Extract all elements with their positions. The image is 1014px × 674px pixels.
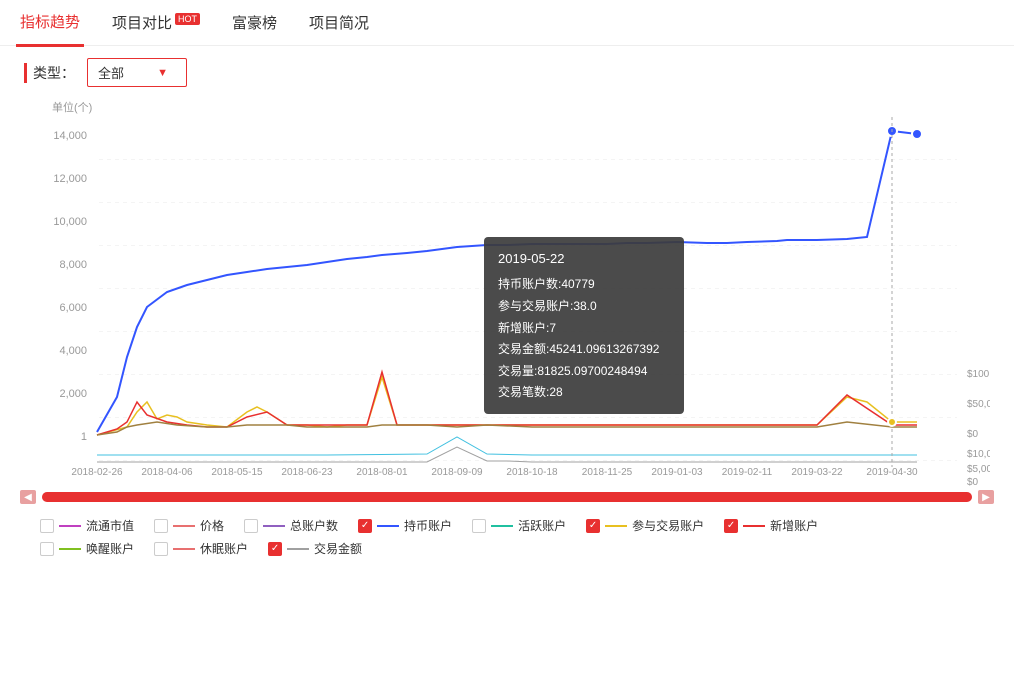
legend-label-sleep-accounts: 休眠账户 — [200, 540, 248, 557]
svg-text:$100,000,000: $100,000,000 — [967, 369, 990, 380]
y-axis-label: 单位(个) — [52, 99, 990, 115]
svg-text:2018-08-01: 2018-08-01 — [356, 467, 408, 478]
legend-checkbox-new-accounts[interactable] — [724, 519, 738, 533]
legend-line-active-accounts — [491, 525, 513, 527]
legend-checkbox-holding-accounts[interactable] — [358, 519, 372, 533]
legend-area: 流通市值 价格 总账户数 持币账户 活跃账户 参与 — [0, 507, 1014, 573]
legend-label-tx-accounts: 参与交易账户 — [632, 517, 704, 534]
top-navigation: 指标趋势 项目对比HOT 富豪榜 项目简况 — [0, 0, 1014, 46]
legend-label-price: 价格 — [200, 517, 224, 534]
legend-line-wake-accounts — [59, 548, 81, 550]
svg-text:$10,000: $10,000 — [967, 449, 990, 460]
legend-label-wake-accounts: 唤醒账户 — [86, 540, 134, 557]
legend-price[interactable]: 价格 — [154, 517, 224, 534]
legend-label-holding-accounts: 持币账户 — [404, 517, 452, 534]
svg-text:2018-10-18: 2018-10-18 — [506, 467, 558, 478]
legend-label-circulation: 流通市值 — [86, 517, 134, 534]
filter-label: 类型： — [24, 63, 75, 83]
tooltip-field-4: 交易金额:45241.09613267392 — [498, 339, 670, 361]
legend-checkbox-tx-accounts[interactable] — [586, 519, 600, 533]
filter-value: 全部 — [98, 63, 124, 82]
svg-text:14,000: 14,000 — [53, 130, 87, 142]
tooltip-field-2: 参与交易账户:38.0 — [498, 296, 670, 318]
legend-active-accounts[interactable]: 活跃账户 — [472, 517, 566, 534]
scrollbar-left-arrow[interactable]: ◀ — [20, 490, 36, 504]
scrollbar-right-arrow[interactable]: ▶ — [978, 490, 994, 504]
svg-text:12,000: 12,000 — [53, 173, 87, 185]
holding-accounts-dot2 — [912, 129, 922, 139]
chart-tooltip: 2019-05-22 持币账户数:40779 参与交易账户:38.0 新增账户:… — [484, 237, 684, 414]
chart-container: 单位(个) 14,000 12,000 10,000 8,000 6,000 4… — [24, 99, 990, 487]
legend-tx-amount[interactable]: 交易金额 — [268, 540, 362, 557]
svg-text:2019-01-03: 2019-01-03 — [651, 467, 703, 478]
svg-text:10,000: 10,000 — [53, 216, 87, 228]
tooltip-field-1: 持币账户数:40779 — [498, 274, 670, 296]
legend-row-2: 唤醒账户 休眠账户 交易金额 — [40, 540, 974, 557]
svg-text:2018-05-15: 2018-05-15 — [211, 467, 263, 478]
legend-line-price — [173, 525, 195, 527]
legend-line-tx-accounts — [605, 525, 627, 527]
legend-new-accounts[interactable]: 新增账户 — [724, 517, 818, 534]
legend-row-1: 流通市值 价格 总账户数 持币账户 活跃账户 参与 — [40, 517, 974, 534]
svg-text:2,000: 2,000 — [59, 388, 87, 400]
tooltip-field-6: 交易笔数:28 — [498, 382, 670, 404]
legend-checkbox-wake-accounts[interactable] — [40, 542, 54, 556]
legend-label-total-accounts: 总账户数 — [290, 517, 338, 534]
tooltip-field-3: 新增账户:7 — [498, 318, 670, 340]
tooltip-date: 2019-05-22 — [498, 247, 670, 270]
legend-line-holding-accounts — [377, 525, 399, 527]
svg-text:$0: $0 — [967, 477, 979, 487]
svg-text:2018-06-23: 2018-06-23 — [281, 467, 333, 478]
hot-badge: HOT — [175, 13, 200, 25]
tooltip-field-5: 交易量:81825.09700248494 — [498, 361, 670, 383]
svg-text:2019-02-11: 2019-02-11 — [722, 467, 773, 478]
legend-sleep-accounts[interactable]: 休眠账户 — [154, 540, 248, 557]
legend-line-total-accounts — [263, 525, 285, 527]
svg-text:8,000: 8,000 — [59, 259, 87, 271]
hover-dot-tx — [888, 418, 896, 426]
legend-line-tx-amount — [287, 548, 309, 550]
filter-row: 类型： 全部 ▼ — [0, 46, 1014, 99]
legend-label-tx-amount: 交易金额 — [314, 540, 362, 557]
legend-line-sleep-accounts — [173, 548, 195, 550]
legend-checkbox-active-accounts[interactable] — [472, 519, 486, 533]
nav-item-overview[interactable]: 项目简况 — [305, 0, 373, 45]
nav-item-trend[interactable]: 指标趋势 — [16, 0, 84, 47]
svg-text:6,000: 6,000 — [59, 302, 87, 314]
scrollbar-area: ◀ ▶ — [38, 487, 976, 507]
svg-text:2019-03-22: 2019-03-22 — [791, 467, 843, 478]
svg-text:$5,000: $5,000 — [967, 464, 990, 475]
legend-circulation[interactable]: 流通市值 — [40, 517, 134, 534]
svg-text:2018-02-26: 2018-02-26 — [71, 467, 123, 478]
svg-text:4,000: 4,000 — [59, 345, 87, 357]
legend-holding-accounts[interactable]: 持币账户 — [358, 517, 452, 534]
legend-checkbox-circulation[interactable] — [40, 519, 54, 533]
legend-checkbox-total-accounts[interactable] — [244, 519, 258, 533]
scrollbar-track[interactable] — [42, 492, 972, 502]
svg-text:$50,000,000: $50,000,000 — [967, 399, 990, 410]
svg-text:1: 1 — [81, 431, 87, 443]
type-select[interactable]: 全部 ▼ — [87, 58, 187, 87]
legend-label-new-accounts: 新增账户 — [770, 517, 818, 534]
chevron-down-icon: ▼ — [157, 67, 168, 79]
legend-checkbox-tx-amount[interactable] — [268, 542, 282, 556]
svg-text:$0: $0 — [967, 429, 979, 440]
legend-label-active-accounts: 活跃账户 — [518, 517, 566, 534]
legend-tx-accounts[interactable]: 参与交易账户 — [586, 517, 704, 534]
legend-line-new-accounts — [743, 525, 765, 527]
legend-checkbox-sleep-accounts[interactable] — [154, 542, 168, 556]
legend-wake-accounts[interactable]: 唤醒账户 — [40, 540, 134, 557]
legend-checkbox-price[interactable] — [154, 519, 168, 533]
svg-text:2018-04-06: 2018-04-06 — [141, 467, 193, 478]
legend-total-accounts[interactable]: 总账户数 — [244, 517, 338, 534]
svg-text:2019-04-30: 2019-04-30 — [866, 467, 918, 478]
svg-text:2018-09-09: 2018-09-09 — [431, 467, 483, 478]
nav-item-compare[interactable]: 项目对比HOT — [108, 0, 204, 45]
scrollbar-thumb[interactable] — [42, 492, 972, 502]
nav-item-rich[interactable]: 富豪榜 — [228, 0, 281, 45]
svg-text:2018-11-25: 2018-11-25 — [582, 467, 633, 478]
legend-line-circulation — [59, 525, 81, 527]
